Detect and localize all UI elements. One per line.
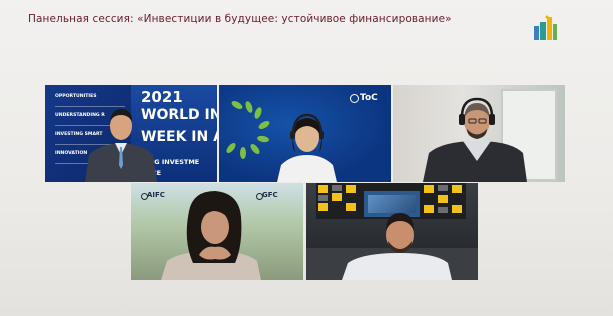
event-logo	[532, 14, 582, 42]
session-title: Панельная сессия: «Инвестиции в будущее:…	[28, 13, 452, 25]
person-icon	[423, 97, 527, 182]
person-icon	[342, 213, 452, 280]
person-icon	[161, 191, 261, 280]
participant-video-3[interactable]	[393, 85, 565, 182]
participant-video-2[interactable]: ToC	[219, 85, 391, 182]
person-icon	[277, 113, 337, 182]
participant-video-5[interactable]	[306, 183, 478, 280]
person-icon	[85, 109, 157, 182]
panel-session-screen: { "header": { "title": "Панельная сессия…	[0, 0, 613, 316]
city-skyline-icon	[534, 15, 557, 40]
participant-video-1[interactable]: OPPORTUNITIES UNDERSTANDING R INVESTING …	[45, 85, 217, 182]
participant-video-4[interactable]: AIFC GFC	[131, 183, 303, 280]
